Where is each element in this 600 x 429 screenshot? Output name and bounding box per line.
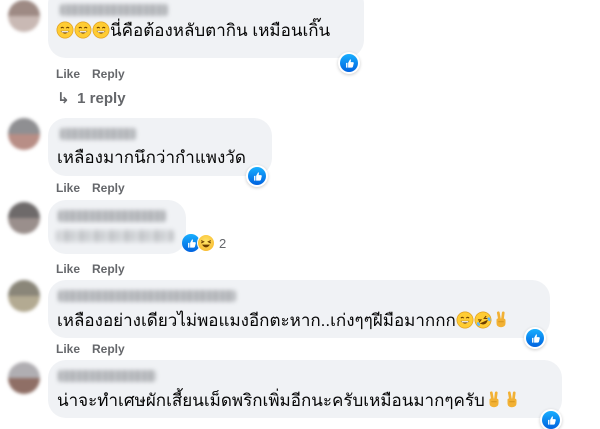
rofl-emoji-icon [474, 311, 492, 329]
comment-text: เหลืองอย่างเดียวไม่พอแมงอีกตะหาก..เก่งๆๆ… [57, 310, 510, 332]
view-replies-link[interactable]: ↳ 1 reply [57, 89, 126, 107]
like-button[interactable]: Like [56, 342, 80, 356]
haha-reaction-icon [197, 234, 215, 252]
grin-emoji-icon [56, 21, 74, 39]
victory-hand-emoji-icon [485, 391, 503, 409]
comment-text-blurred [56, 230, 174, 242]
reaction-summary[interactable] [246, 165, 268, 187]
reply-button[interactable]: Reply [92, 67, 125, 81]
like-reaction-icon [542, 411, 560, 429]
like-reaction-icon [526, 329, 544, 347]
like-button[interactable]: Like [56, 262, 80, 276]
comment-actions: Like Reply [56, 67, 137, 81]
victory-hand-emoji-icon [503, 391, 521, 409]
comment-bubble: นี่คือต้องหลับตากิน เหมือนเกิ๊น [48, 0, 364, 58]
comment-text: น่าจะทำเศษผักเสี้ยนเม็ดพริกเพิ่มอีกนะครั… [57, 390, 521, 412]
comment-3: 2 Like Reply [0, 196, 600, 276]
comment-actions: Like Reply [56, 342, 137, 356]
reply-count-label: 1 reply [77, 90, 126, 107]
like-button[interactable]: Like [56, 67, 80, 81]
reply-button[interactable]: Reply [92, 181, 125, 195]
reply-arrow-icon: ↳ [57, 90, 70, 107]
victory-hand-emoji-icon [492, 311, 510, 329]
reaction-summary[interactable] [524, 327, 546, 349]
avatar[interactable] [8, 0, 40, 32]
comment-bubble: เหลืองอย่างเดียวไม่พอแมงอีกตะหาก..เก่งๆๆ… [48, 280, 550, 338]
grin-emoji-icon [456, 311, 474, 329]
avatar[interactable] [8, 362, 40, 394]
like-reaction-icon [248, 167, 266, 185]
comment-actions: Like Reply [56, 181, 137, 195]
comment-1: นี่คือต้องหลับตากิน เหมือนเกิ๊น Like Repl… [0, 0, 600, 112]
grin-emoji-icon [92, 21, 110, 39]
commenter-name[interactable] [58, 210, 166, 222]
like-reaction-icon [340, 54, 358, 72]
like-button[interactable]: Like [56, 181, 80, 195]
comment-4: เหลืองอย่างเดียวไม่พอแมงอีกตะหาก..เก่งๆๆ… [0, 276, 600, 356]
commenter-name[interactable] [60, 4, 168, 16]
avatar[interactable] [8, 118, 40, 150]
commenter-name[interactable] [58, 290, 236, 302]
reply-button[interactable]: Reply [92, 342, 125, 356]
avatar[interactable] [8, 280, 40, 312]
grin-emoji-icon [74, 21, 92, 39]
reaction-summary[interactable] [540, 409, 562, 429]
comment-bubble: เหลืองมากนึกว่ากำแพงวัด [48, 118, 272, 176]
commenter-name[interactable] [58, 370, 156, 382]
comment-5: น่าจะทำเศษผักเสี้ยนเม็ดพริกเพิ่มอีกนะครั… [0, 356, 600, 429]
comment-actions: Like Reply [56, 262, 137, 276]
reaction-count: 2 [219, 235, 227, 251]
comment-text: นี่คือต้องหลับตากิน เหมือนเกิ๊น [56, 20, 330, 42]
comment-bubble [48, 200, 186, 254]
reaction-summary[interactable]: 2 [180, 232, 230, 254]
avatar[interactable] [8, 202, 40, 234]
reply-button[interactable]: Reply [92, 262, 125, 276]
comment-2: เหลืองมากนึกว่ากำแพงวัด Like Reply [0, 116, 600, 196]
comment-bubble: น่าจะทำเศษผักเสี้ยนเม็ดพริกเพิ่มอีกนะครั… [48, 360, 562, 418]
comment-text: เหลืองมากนึกว่ากำแพงวัด [57, 148, 246, 167]
commenter-name[interactable] [60, 128, 136, 140]
reaction-summary[interactable] [338, 52, 360, 74]
